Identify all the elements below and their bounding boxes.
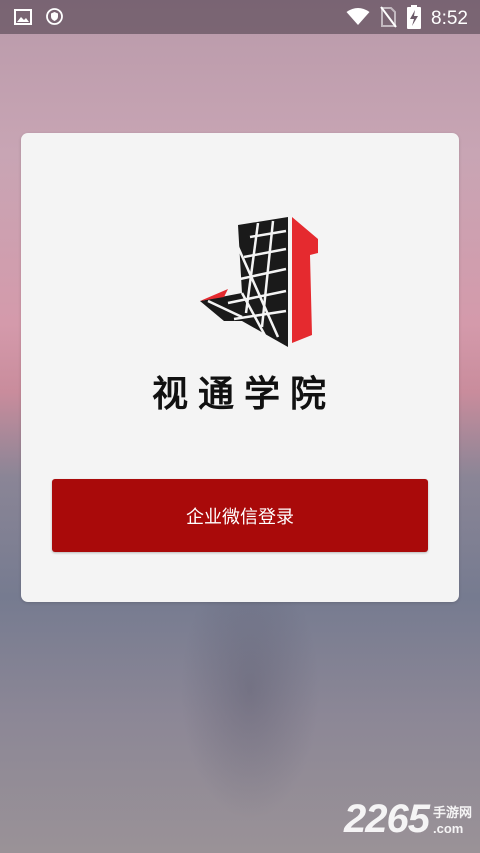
wecom-login-button[interactable]: 企业微信登录 — [52, 479, 428, 552]
watermark-number: 2265 — [344, 797, 430, 841]
shitong-logo — [200, 217, 318, 347]
battery-charging-icon — [407, 5, 422, 33]
watermark-domain: .com — [432, 820, 464, 836]
app-title: 视通学院 — [151, 374, 336, 415]
watermark-label: 手游网 — [432, 806, 472, 822]
gallery-icon — [14, 8, 32, 29]
wifi-icon — [346, 8, 370, 30]
status-bar: 8:52 — [0, 0, 480, 34]
shield-icon — [46, 8, 63, 29]
watermark: 2265 手游网 .com — [344, 799, 472, 839]
status-time: 8:52 — [431, 8, 468, 29]
no-sim-icon — [380, 6, 397, 32]
login-card: 视通学院 企业微信登录 — [21, 133, 459, 602]
